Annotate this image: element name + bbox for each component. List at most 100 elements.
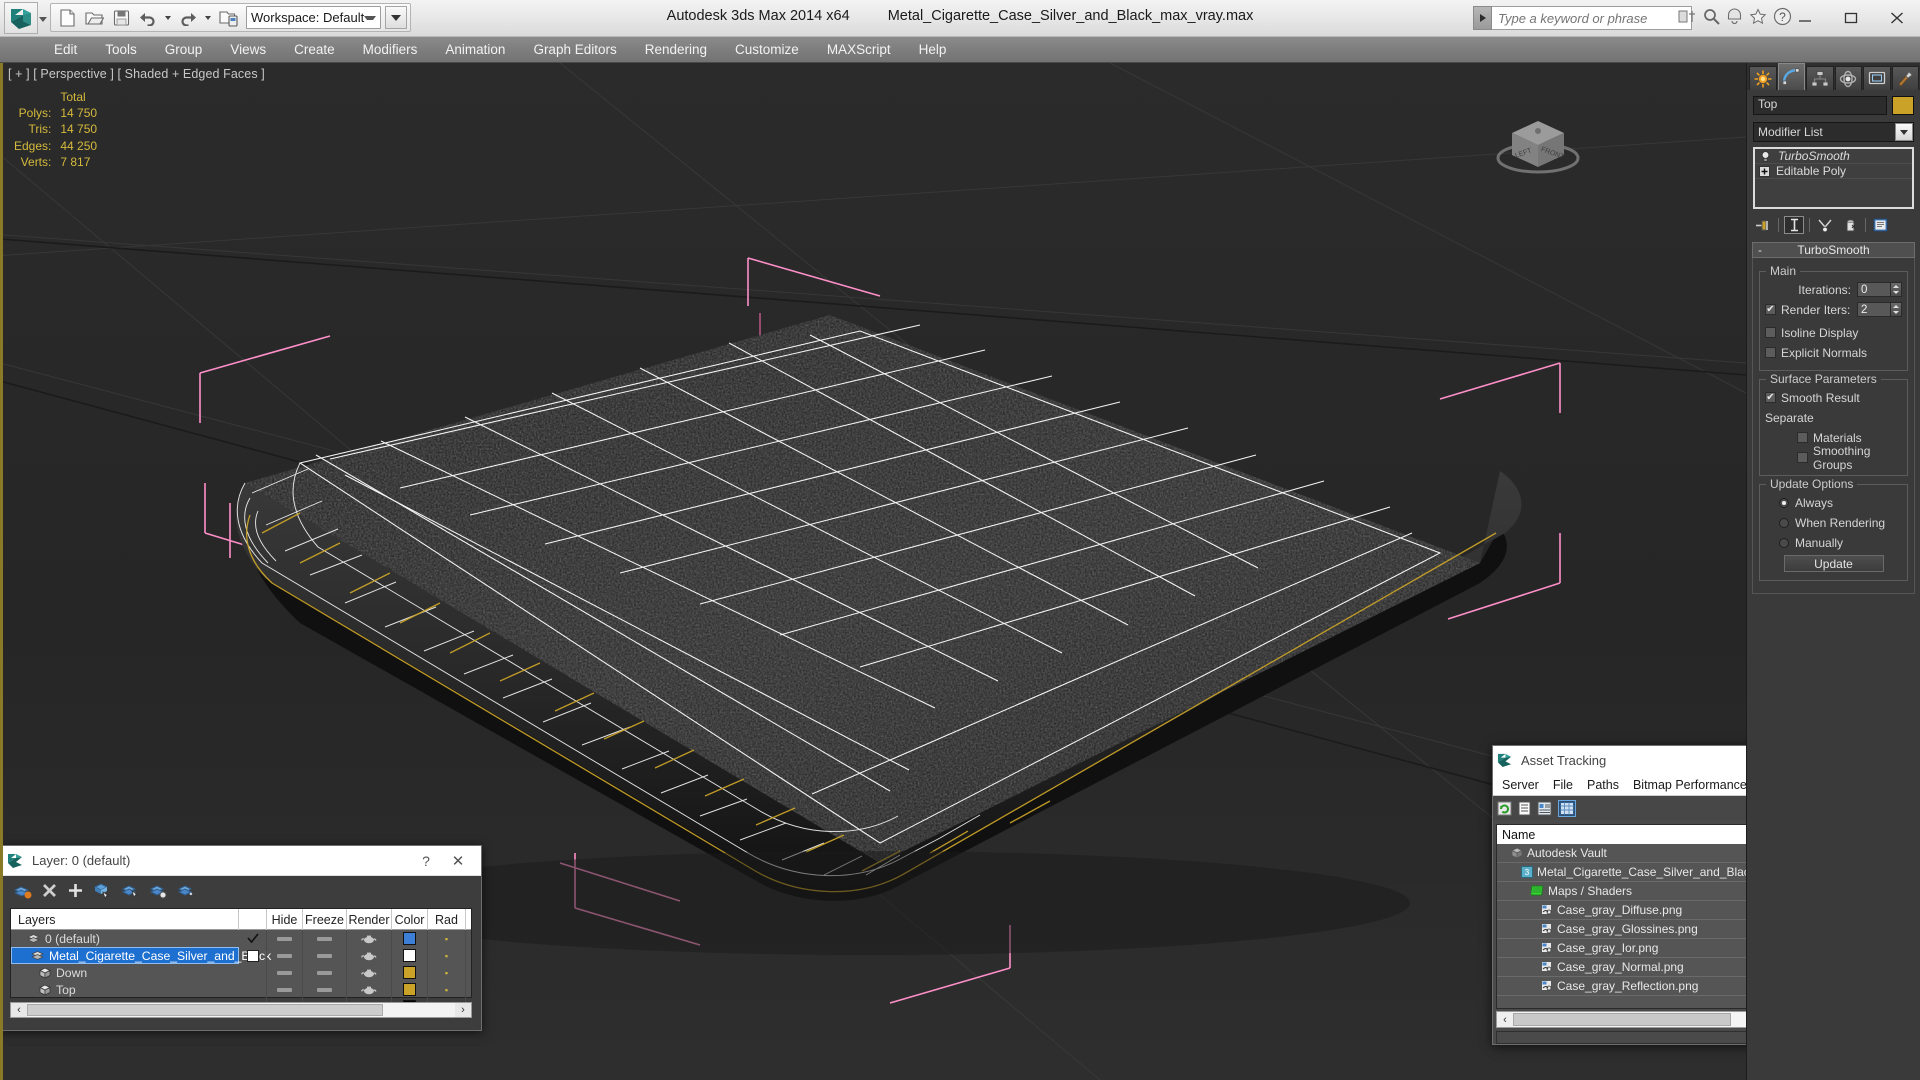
pin-stack-icon[interactable] [1753,216,1773,234]
window-maximize-button[interactable] [1828,0,1874,36]
layer-freeze-cell[interactable] [303,981,347,998]
layer-column-header[interactable]: Layers [11,909,239,930]
layer-render-cell[interactable] [347,930,392,947]
menu-item-customize[interactable]: Customize [721,37,813,63]
render-iters-value[interactable]: 2 [1857,302,1891,317]
layer-name-cell[interactable]: 0 (default) [11,930,239,947]
turbosmooth-rollout-header[interactable]: - TurboSmooth [1752,242,1915,258]
refresh-icon[interactable] [1497,801,1512,816]
detail-view-icon[interactable] [1537,801,1552,816]
remove-modifier-icon[interactable] [1840,216,1860,234]
set-project-folder-icon[interactable] [215,5,241,30]
materials-checkbox[interactable] [1797,432,1808,443]
layer-color-cell[interactable] [392,981,428,998]
workspace-dropdown-button[interactable] [385,6,408,29]
update-button[interactable]: Update [1783,555,1884,572]
scroll-thumb[interactable] [27,1004,383,1016]
menu-item-modifiers[interactable]: Modifiers [349,37,432,63]
view-cube[interactable]: LEFT FRONT [1490,103,1586,189]
scroll-right-icon[interactable]: › [455,1004,471,1016]
layer-row[interactable]: 0 (default) ▪ [11,930,471,947]
layer-hide-cell[interactable] [267,964,303,981]
scroll-track[interactable] [27,1003,455,1017]
iterations-stepper[interactable]: 0 [1857,282,1902,297]
command-panel[interactable]: Top Modifier List TurboSmooth Editable P… [1746,63,1920,1080]
update-when-rendering-row[interactable]: When Rendering [1765,514,1902,531]
at-menu-item-file[interactable]: File [1546,778,1580,792]
asset-list-hscrollbar[interactable]: ‹ › [1496,1011,1746,1028]
redo-icon[interactable] [175,5,201,30]
layer-dialog[interactable]: Layer: 0 (default) ? ✕ Layers Hide Freez… [0,845,482,1031]
menu-item-rendering[interactable]: Rendering [631,37,721,63]
layer-name-cell[interactable]: Metal_Cigarette_Case_Silver_and_Black [11,947,271,964]
layer-radiosity-cell[interactable]: ▪ [428,930,466,947]
hierarchy-tab[interactable] [1806,66,1834,90]
select-objects-icon[interactable] [93,882,112,899]
stack-item-turbosmooth[interactable]: TurboSmooth [1755,149,1912,164]
favorites-star-icon[interactable] [1749,8,1767,25]
update-always-radio[interactable] [1779,497,1789,508]
asset-name-cell[interactable]: Case_gray_Glossines.png [1497,920,1746,939]
color-swatch[interactable] [403,983,416,996]
layer-current-cell[interactable] [239,981,267,998]
configure-modifier-sets-icon[interactable] [1871,216,1891,234]
layer-list[interactable]: Layers Hide Freeze Render Color Rad 0 (defaul… [10,908,472,1015]
menu-item-graph-editors[interactable]: Graph Editors [519,37,630,63]
hide-unhide-icon[interactable] [177,882,196,899]
asset-row[interactable]: 3 Metal_Cigarette_Case_Silver_and_Black_m… [1497,863,1746,882]
create-new-layer-icon[interactable] [13,882,32,899]
stack-item-editable-poly[interactable]: Editable Poly [1755,164,1912,179]
layer-dialog-close-button[interactable]: ✕ [441,852,475,870]
update-always-row[interactable]: Always [1765,494,1902,511]
at-menu-item-server[interactable]: Server [1495,778,1546,792]
modify-tab[interactable] [1777,63,1805,90]
layer-column-header[interactable]: Rad [428,909,466,930]
iterations-value[interactable]: 0 [1857,282,1891,297]
asset-name-cell[interactable]: Maps / Shaders [1497,882,1746,901]
at-menu-item-paths[interactable]: Paths [1580,778,1626,792]
layer-color-cell[interactable] [392,964,428,981]
smooth-result-checkbox[interactable] [1765,392,1776,403]
explicit-normals-checkbox[interactable] [1765,347,1776,358]
layer-render-cell[interactable] [347,964,392,981]
asset-row[interactable]: Autodesk VaultLogged Ou [1497,844,1746,863]
menu-item-animation[interactable]: Animation [431,37,519,63]
update-manually-radio[interactable] [1779,537,1789,548]
menu-item-help[interactable]: Help [905,37,961,63]
layer-freeze-cell[interactable] [303,964,347,981]
layer-current-cell[interactable] [239,964,267,981]
menu-item-group[interactable]: Group [151,37,217,63]
redo-dropdown-icon[interactable] [202,5,214,30]
create-tab[interactable] [1749,66,1777,90]
scroll-left-icon[interactable]: ‹ [1497,1014,1513,1026]
search-submit-icon[interactable] [1473,6,1492,30]
help-search-icon[interactable] [1703,8,1720,25]
asset-name-cell[interactable]: Case_gray_Ior.png [1497,939,1746,958]
save-file-icon[interactable] [108,5,134,30]
render-iters-spin-arrows[interactable] [1891,302,1902,317]
layer-render-cell[interactable] [347,947,392,964]
application-menu-button[interactable] [4,2,38,34]
utilities-tab[interactable] [1891,66,1919,90]
asset-row[interactable]: Case_gray_Normal.pngFound [1497,958,1746,977]
layer-dialog-help-button[interactable]: ? [411,853,441,869]
expand-plus-icon[interactable] [1759,165,1770,177]
asset-row[interactable]: Case_gray_Ior.pngFound [1497,939,1746,958]
menu-item-views[interactable]: Views [216,37,280,63]
application-menu-caret-icon[interactable] [39,17,47,22]
display-tab[interactable] [1863,66,1891,90]
scroll-left-icon[interactable]: ‹ [11,1004,27,1016]
exchange-app-icon[interactable] [1678,8,1697,25]
viewport-label[interactable]: [ + ] [ Perspective ] [ Shaded + Edged F… [8,67,265,81]
asset-tracking-dialog[interactable]: Asset Tracking Server File Paths Bitmap Per… [1492,745,1746,1045]
menu-item-maxscript[interactable]: MAXScript [813,37,905,63]
render-iters-checkbox[interactable] [1765,304,1776,315]
object-name-input[interactable]: Top [1753,96,1887,115]
layer-current-cell[interactable] [239,930,267,947]
update-manually-row[interactable]: Manually [1765,534,1902,551]
update-when-rendering-radio[interactable] [1779,517,1789,528]
color-swatch[interactable] [403,966,416,979]
layer-radiosity-cell[interactable]: ▪ [428,964,466,981]
undo-dropdown-icon[interactable] [162,5,174,30]
object-color-swatch[interactable] [1892,96,1914,115]
